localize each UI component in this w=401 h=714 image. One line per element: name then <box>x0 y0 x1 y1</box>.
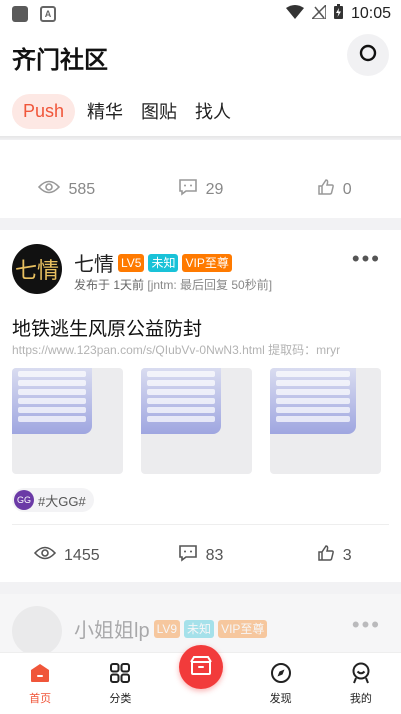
nav-home-label: 首页 <box>29 693 52 705</box>
status-bar: A 10:05 <box>0 0 401 28</box>
likes-count: 3 <box>342 546 352 564</box>
avatar[interactable]: 七情 <box>12 244 62 294</box>
nav-categories[interactable]: 分类 <box>80 653 160 714</box>
more-icon: ••• <box>351 612 381 637</box>
grid-icon <box>109 662 131 687</box>
avatar[interactable] <box>12 606 62 656</box>
wifi-icon <box>285 4 304 24</box>
views-stat: 1455 <box>0 544 134 567</box>
nav-home[interactable]: 首页 <box>0 653 80 714</box>
nav-profile-label: 我的 <box>349 693 372 705</box>
compass-icon <box>270 662 292 687</box>
post-stats: 1455 83 3 <box>0 544 401 567</box>
tab-find-people[interactable]: 找人 <box>189 92 237 130</box>
vip-badge: VIP至尊 <box>182 253 232 272</box>
topic-tag[interactable]: GG #大GG# <box>12 488 94 512</box>
post-stats: 585 29 0 <box>0 178 401 201</box>
clock: 10:05 <box>350 5 391 22</box>
level-badge: LV9 <box>153 619 181 638</box>
nav-discover[interactable]: 发现 <box>241 653 321 714</box>
post-time: 发布于 1天前 <box>74 278 145 292</box>
more-options-button[interactable]: ••• <box>352 246 381 272</box>
tab-push[interactable]: Push <box>12 93 76 129</box>
store-button[interactable] <box>178 645 223 689</box>
gg-tag-icon: GG <box>14 490 34 510</box>
tab-image-posts[interactable]: 图贴 <box>135 92 183 130</box>
nav-center <box>161 645 241 714</box>
page-title: 齐门社区 <box>12 47 108 74</box>
comments-stat[interactable]: 83 <box>134 544 268 567</box>
comments-stat[interactable]: 29 <box>134 178 268 201</box>
nav-profile[interactable]: 我的 <box>321 653 401 714</box>
likes-stat[interactable]: 3 <box>267 544 401 567</box>
author-name[interactable]: 小姐姐lp <box>74 614 150 643</box>
battery-icon <box>333 4 343 24</box>
search-button[interactable] <box>347 34 389 76</box>
author-name[interactable]: 七情 <box>74 248 114 277</box>
post-image[interactable] <box>12 368 123 474</box>
bottom-nav: 首页 分类 发现 我的 <box>0 645 401 714</box>
shop-icon <box>189 655 212 679</box>
comments-count: 29 <box>205 180 224 198</box>
search-icon <box>359 44 377 67</box>
app-notification-icon <box>12 6 28 22</box>
nav-discover-label: 发现 <box>269 693 292 705</box>
post-link-text: https://www.123pan.com/s/QIubVv-0NwN3.ht… <box>12 343 341 357</box>
nav-categories-label: 分类 <box>109 693 132 705</box>
comment-icon <box>178 178 198 201</box>
gender-badge: 未知 <box>184 619 215 638</box>
divider <box>12 524 389 525</box>
app-header: 齐门社区 Push 精华 图贴 找人 <box>0 28 401 138</box>
views-count: 585 <box>68 180 96 198</box>
comment-icon <box>178 544 198 567</box>
a-notification-icon: A <box>40 6 56 22</box>
more-icon: ••• <box>351 246 381 271</box>
eye-icon <box>38 180 61 199</box>
post-card[interactable]: 七情 七情 LV5 未知 VIP至尊 发布于 1天前 [jntm: 最后回复 5… <box>0 230 401 582</box>
post-image[interactable] <box>141 368 252 474</box>
likes-count: 0 <box>342 180 352 198</box>
signal-icon <box>310 2 327 24</box>
last-reply: [jntm: 最后回复 50秒前] <box>147 278 273 292</box>
tab-bar: Push 精华 图贴 找人 <box>12 92 237 130</box>
gender-badge: 未知 <box>148 253 179 272</box>
comments-count: 83 <box>205 546 224 564</box>
likes-stat[interactable]: 0 <box>267 178 401 201</box>
post-card-previous[interactable]: 585 29 0 <box>0 140 401 218</box>
post-title[interactable]: 地铁逃生风原公益防封 <box>12 314 202 341</box>
vip-badge: VIP至尊 <box>218 619 268 638</box>
home-icon <box>29 662 51 687</box>
thumbs-up-icon <box>317 544 335 567</box>
eye-icon <box>33 546 57 565</box>
thumbs-up-icon <box>317 178 335 201</box>
views-stat: 585 <box>0 178 134 201</box>
level-badge: LV5 <box>118 253 145 272</box>
author-row: 小姐姐lp LV9 未知 VIP至尊 <box>74 614 268 643</box>
views-count: 1455 <box>64 546 100 564</box>
profile-icon <box>350 662 372 687</box>
author-row: 七情 LV5 未知 VIP至尊 <box>74 248 232 277</box>
post-image[interactable] <box>270 368 381 474</box>
more-options-button[interactable]: ••• <box>352 612 381 638</box>
tag-label: #大GG# <box>38 493 86 509</box>
tab-featured[interactable]: 精华 <box>81 92 129 130</box>
post-meta: 发布于 1天前 [jntm: 最后回复 50秒前] <box>74 276 272 293</box>
post-images <box>12 368 381 474</box>
